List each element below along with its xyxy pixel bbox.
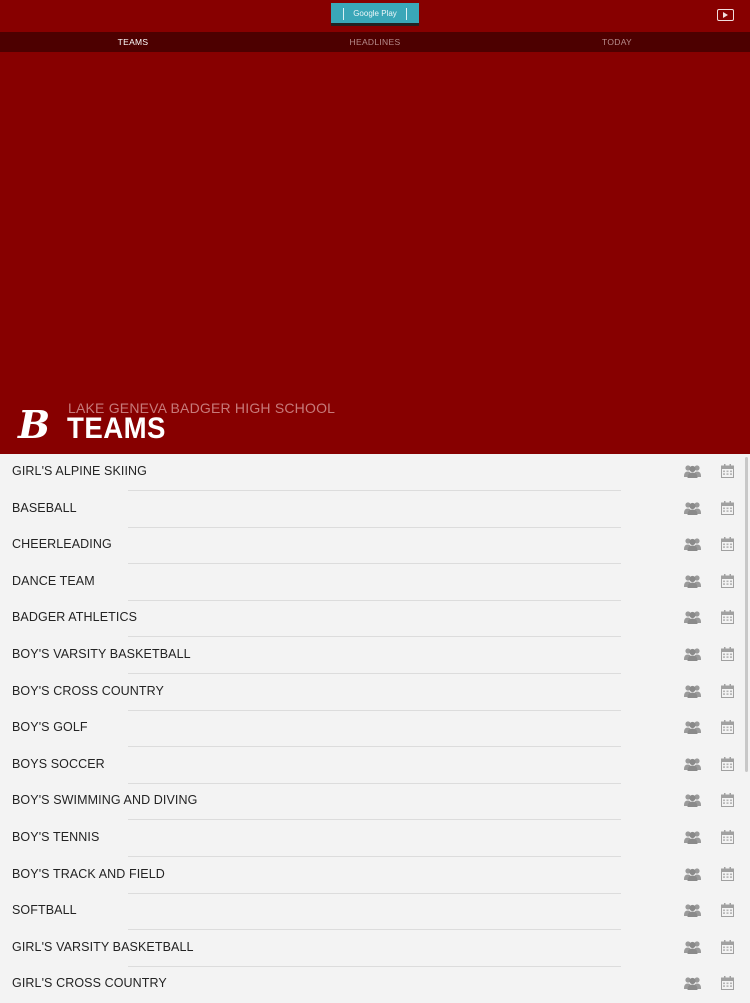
calendar-icon[interactable] [721, 793, 734, 808]
roster-icon[interactable] [684, 610, 701, 625]
tab-teams[interactable]: TEAMS [53, 32, 213, 52]
google-play-label: Google Play [353, 9, 397, 18]
calendar-icon[interactable] [721, 720, 734, 735]
school-logo: B [18, 402, 51, 447]
list-item[interactable]: GIRL'S ALPINE SKIING [0, 454, 744, 491]
list-item[interactable]: BOYS SOCCER [0, 747, 744, 784]
list-item[interactable]: GIRL'S CROSS COUNTRY [0, 966, 744, 1003]
roster-icon[interactable] [684, 537, 701, 552]
tab-headlines[interactable]: HEADLINES [295, 32, 455, 52]
roster-icon[interactable] [684, 940, 701, 954]
top-bar: Google Play [0, 0, 750, 32]
list-item[interactable]: BOY'S TENNIS [0, 820, 744, 857]
team-name: BADGER ATHLETICS [12, 610, 138, 625]
list-item[interactable]: BASEBALL [0, 491, 744, 528]
team-name: BOY'S GOLF [12, 720, 88, 735]
calendar-icon[interactable] [721, 500, 734, 515]
calendar-icon[interactable] [721, 939, 734, 954]
team-name: BOY'S VARSITY BASKETBALL [12, 647, 191, 661]
team-name: BASEBALL [12, 500, 77, 515]
calendar-icon[interactable] [721, 976, 734, 991]
list-item[interactable]: BADGER ATHLETICS [0, 600, 744, 638]
team-name: BOYS SOCCER [12, 756, 105, 771]
page-title: TEAMS [67, 412, 166, 445]
tab-bar: TEAMS HEADLINES TODAY [0, 32, 750, 52]
team-name: CHEERLEADING [12, 537, 112, 552]
team-name: BOY'S TENNIS [12, 830, 100, 844]
roster-icon[interactable] [684, 976, 701, 991]
calendar-icon[interactable] [721, 610, 734, 625]
list-item[interactable]: BOY'S VARSITY BASKETBALL [0, 637, 744, 674]
calendar-icon[interactable] [721, 573, 734, 588]
hero-banner: B LAKE GENEVA BADGER HIGH SCHOOL TEAMS [0, 52, 750, 454]
roster-icon[interactable] [684, 464, 701, 478]
roster-icon[interactable] [684, 720, 701, 735]
list-item[interactable]: CHEERLEADING [0, 527, 744, 565]
team-name: BOY'S SWIMMING AND DIVING [12, 793, 198, 808]
calendar-icon[interactable] [721, 537, 734, 552]
roster-icon[interactable] [684, 903, 701, 918]
calendar-icon[interactable] [721, 647, 734, 661]
calendar-icon[interactable] [721, 866, 734, 881]
team-name: BOY'S TRACK AND FIELD [12, 866, 165, 881]
team-name: GIRL'S VARSITY BASKETBALL [12, 939, 194, 954]
list-item[interactable]: SOFTBALL [0, 893, 744, 931]
roster-icon[interactable] [684, 867, 701, 881]
roster-icon[interactable] [684, 757, 701, 771]
calendar-icon[interactable] [721, 830, 734, 844]
team-name: DANCE TEAM [12, 573, 95, 588]
team-list: GIRL'S ALPINE SKIING BASEBALL CHEERLEADING… [0, 454, 750, 1000]
roster-icon[interactable] [684, 830, 701, 844]
list-item[interactable]: BOY'S GOLF [0, 710, 744, 748]
calendar-icon[interactable] [721, 756, 734, 771]
tab-today[interactable]: TODAY [537, 32, 697, 52]
roster-icon[interactable] [684, 647, 701, 661]
roster-icon[interactable] [684, 684, 701, 698]
roster-icon[interactable] [684, 501, 701, 515]
scrollbar[interactable] [745, 457, 748, 772]
roster-icon[interactable] [684, 793, 701, 808]
team-name: BOY'S CROSS COUNTRY [12, 683, 164, 698]
calendar-icon[interactable] [721, 683, 734, 698]
list-item[interactable]: BOY'S SWIMMING AND DIVING [0, 783, 744, 821]
list-item[interactable]: BOY'S CROSS COUNTRY [0, 674, 744, 711]
calendar-icon[interactable] [721, 464, 734, 478]
roster-icon[interactable] [684, 574, 701, 588]
video-icon[interactable] [717, 9, 734, 21]
google-play-badge[interactable]: Google Play [331, 3, 419, 26]
list-item[interactable]: GIRL'S VARSITY BASKETBALL [0, 930, 744, 967]
calendar-icon[interactable] [721, 903, 734, 918]
team-name: GIRL'S CROSS COUNTRY [12, 976, 167, 991]
team-name: GIRL'S ALPINE SKIING [12, 464, 147, 478]
list-item[interactable]: BOY'S TRACK AND FIELD [0, 857, 744, 894]
team-name: SOFTBALL [12, 903, 77, 918]
list-item[interactable]: DANCE TEAM [0, 564, 744, 601]
